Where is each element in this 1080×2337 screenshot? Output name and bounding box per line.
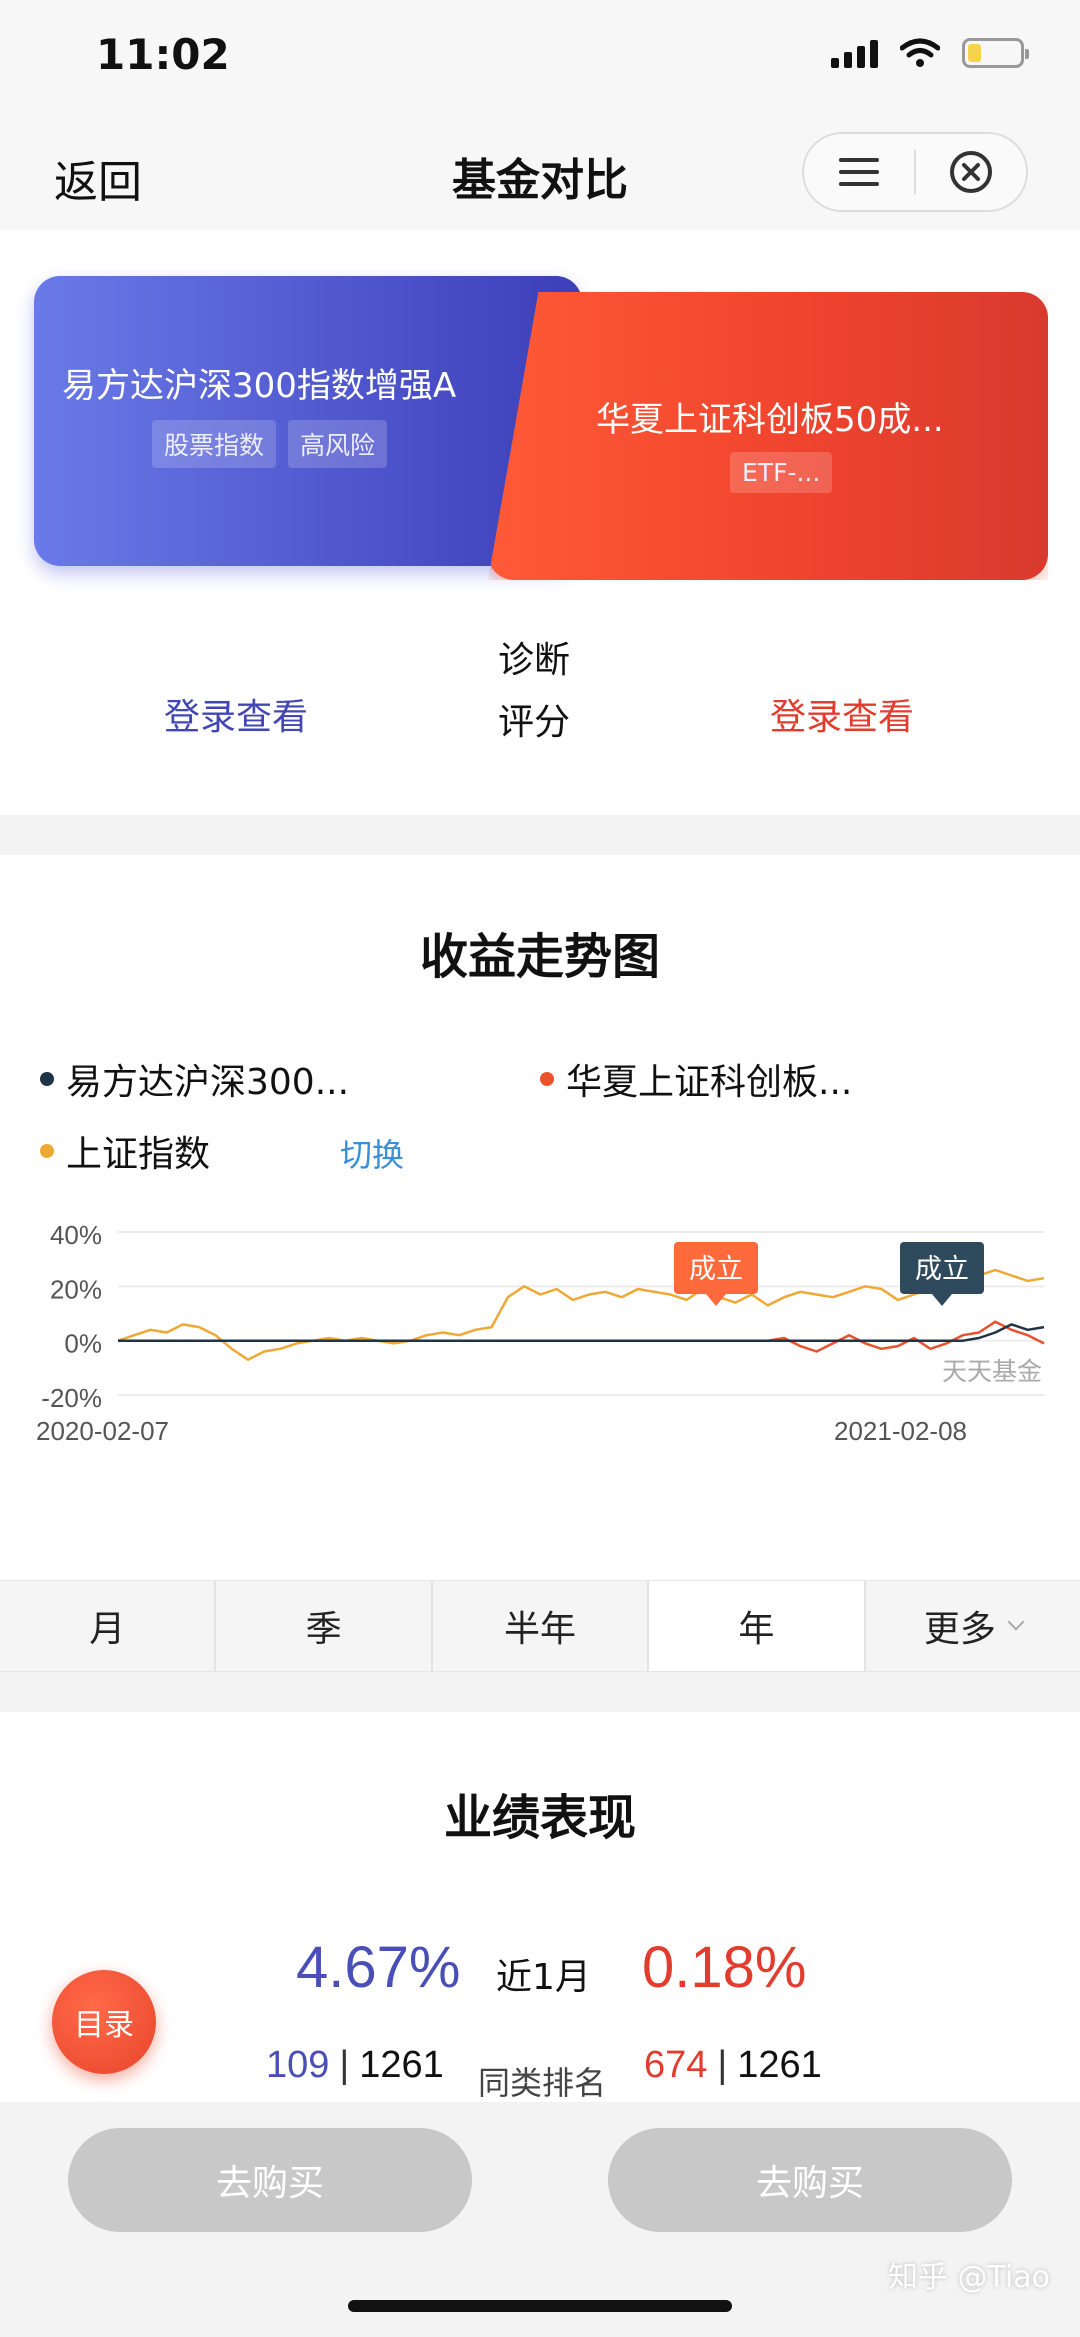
series-line-1	[118, 1320, 1045, 1353]
status-bar: 11:02	[0, 0, 1080, 120]
buy-fund-a-button[interactable]: 去购买	[68, 2128, 472, 2232]
y-tick-label: -20%	[41, 1383, 102, 1413]
wifi-icon	[900, 38, 940, 67]
y-tick-label: 40%	[50, 1220, 102, 1250]
legend-item-index: 上证指数	[40, 1125, 210, 1177]
fund-b-score-login-link[interactable]: 登录查看	[770, 688, 914, 740]
performance-title: 业绩表现	[439, 1778, 641, 1848]
fund-a-tag: 股票指数	[152, 420, 277, 468]
establish-marker-pointer	[932, 1294, 952, 1306]
fund-b-rank-value: 674	[644, 2044, 708, 2086]
establish-marker-pointer	[706, 1294, 726, 1306]
tab-label: 年	[738, 1609, 775, 1650]
buy-fund-b-button[interactable]: 去购买	[608, 2128, 1012, 2232]
catalog-button[interactable]: 目录	[52, 1970, 156, 2074]
legend-item-fund-b: 华夏上证科创板...	[540, 1053, 852, 1105]
diagnosis-label-line1: 诊断	[498, 640, 571, 681]
fund-a-rank: 109 | 1261	[266, 2044, 444, 2087]
period-tabs: 月 季 半年 年 更多	[0, 1580, 1080, 1672]
tab-more[interactable]: 更多	[866, 1581, 1080, 1671]
fund-b-rank: 674 | 1261	[644, 2044, 822, 2087]
fund-card-b[interactable]: 华夏上证科创板50成... ETF-...	[488, 292, 1048, 580]
series-line-2	[118, 1323, 1045, 1342]
fund-a-tags: 股票指数 高风险	[152, 420, 388, 468]
tab-half-year[interactable]: 半年	[433, 1581, 650, 1671]
tab-month[interactable]: 月	[0, 1581, 217, 1671]
legend-item-fund-a: 易方达沪深300...	[40, 1053, 349, 1105]
chevron-down-icon	[1007, 1613, 1025, 1631]
chart-watermark: 天天基金	[942, 1357, 1042, 1386]
status-time: 11:02	[96, 30, 230, 79]
diagnosis-label-line2: 评分	[498, 702, 571, 743]
x-axis-start-label: 2020-02-07	[36, 1416, 169, 1446]
bottom-action-bar: 去购买 去购买 知乎 @Tiao	[0, 2102, 1080, 2337]
legend-label: 上证指数	[66, 1134, 211, 1175]
legend-dot	[40, 1144, 54, 1158]
fund-b-return: 0.18%	[642, 1935, 807, 2000]
rank-label: 同类排名	[478, 2064, 607, 2102]
signal-icon	[831, 38, 878, 68]
nav-bar: 返回 基金对比	[0, 120, 1080, 230]
return-trend-chart: 40% 20% 0% -20%2020-02-07 2021-02-08 成立 成立天天基金	[36, 1220, 1045, 1446]
mini-program-capsule	[802, 132, 1028, 212]
tab-year[interactable]: 年	[649, 1581, 866, 1671]
section-heading: 收益走势图	[0, 917, 1080, 987]
period-label: 近1月	[496, 1957, 591, 1998]
battery-level	[968, 44, 981, 62]
fund-a-return: 4.67%	[296, 1935, 461, 2000]
watermark: 知乎 @Tiao	[887, 2260, 1050, 2295]
fund-b-tag: ETF-...	[730, 452, 833, 493]
establish-marker-label: 成立	[915, 1254, 969, 1285]
tab-label: 半年	[504, 1609, 577, 1650]
battery-icon	[962, 38, 1029, 68]
fund-compare-header: 易方达沪深300指数增强A 股票指数 高风险 华夏上证科创板50成... ETF…	[0, 230, 1080, 815]
fund-b-rank-total: 1261	[737, 2044, 822, 2086]
return-trend-section: 收益走势图 易方达沪深300... 华夏上证科创板... 上证指数 切换 40%…	[0, 855, 1080, 1615]
y-tick-label: 0%	[64, 1329, 102, 1359]
fund-a-tag: 高风险	[288, 420, 388, 468]
section-heading: 业绩表现	[0, 1778, 1080, 1848]
close-button[interactable]	[916, 134, 1026, 210]
fund-b-tags: ETF-...	[730, 452, 833, 493]
y-tick-label: 20%	[50, 1274, 102, 1304]
legend-label: 易方达沪深300...	[66, 1062, 350, 1103]
establish-marker-label: 成立	[689, 1254, 743, 1285]
fund-a-score-login-link[interactable]: 登录查看	[164, 688, 308, 740]
tab-label: 更多	[923, 1609, 996, 1650]
return-trend-title: 收益走势图	[415, 917, 665, 987]
performance-section: 业绩表现 4.67% 近1月 0.18% 109 | 1261 同类排名 674 | 1…	[0, 1712, 1080, 2102]
status-icons	[831, 38, 1029, 68]
home-indicator	[348, 2300, 732, 2312]
menu-button[interactable]	[804, 134, 914, 210]
fund-a-rank-value: 109	[266, 2044, 330, 2086]
tab-label: 月	[89, 1609, 126, 1650]
legend-dot	[540, 1072, 554, 1086]
tab-quarter[interactable]: 季	[216, 1581, 433, 1671]
diagnosis-score-label: 诊断 评分	[498, 630, 598, 754]
fund-b-name: 华夏上证科创板50成...	[596, 400, 944, 440]
rank-separator: |	[339, 2044, 350, 2086]
x-axis-end-label: 2021-02-08	[834, 1416, 967, 1446]
tab-label: 季	[305, 1609, 342, 1650]
menu-icon	[839, 158, 879, 186]
fund-a-name: 易方达沪深300指数增强A	[62, 366, 457, 406]
close-circle-icon	[950, 151, 992, 193]
legend-label: 华夏上证科创板...	[566, 1062, 853, 1103]
legend-dot	[40, 1072, 54, 1086]
fund-a-rank-total: 1261	[359, 2044, 444, 2086]
rank-separator: |	[717, 2044, 728, 2086]
switch-benchmark-link[interactable]: 切换	[340, 1130, 404, 1176]
